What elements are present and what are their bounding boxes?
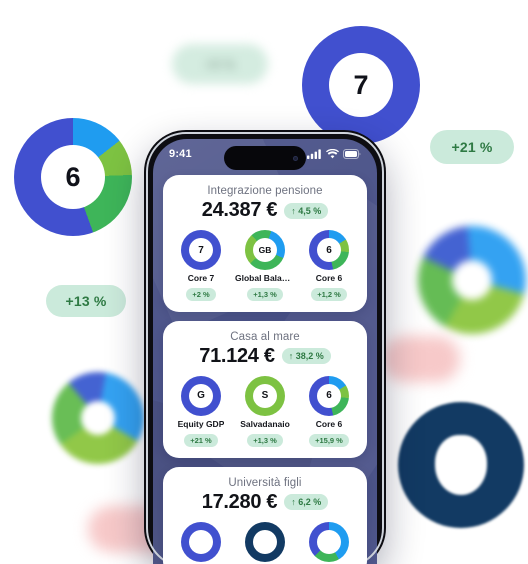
goal-card-amount-row: 71.124 € ↑ 38,2 % <box>171 345 359 368</box>
fund-donut-label <box>253 529 277 554</box>
fund-item[interactable]: GB Global Balanced USD +1,3 % <box>235 230 295 301</box>
battery-icon <box>343 149 361 159</box>
fund-name: Global Balanced USD <box>235 274 295 283</box>
floating-donut-chart-blurred-right <box>418 226 526 334</box>
floating-donut-chart-navy <box>398 402 524 528</box>
fund-name: Core 7 <box>187 274 215 283</box>
fund-donut-chart <box>245 521 285 562</box>
fund-donut-label <box>189 529 213 554</box>
decorative-peach-blob-right <box>382 336 460 382</box>
fund-delta-badge: +1,2 % <box>311 287 347 301</box>
phone-mockup: 9:41 Integrazione pensione 24.387 € ↑ 4,… <box>144 130 386 564</box>
goal-card[interactable]: Casa al mare 71.124 € ↑ 38,2 % G Equity GDP +… <box>163 320 367 458</box>
goal-card-title: Casa al mare <box>230 330 300 343</box>
floating-donut-chart-six: 6 <box>14 118 132 236</box>
goal-card-delta-badge: ↑ 4,5 % <box>284 202 329 219</box>
fund-donut-chart: G <box>181 375 221 416</box>
fund-delta-badge: +2 % <box>186 287 216 301</box>
fund-name: Core 6 <box>315 274 343 283</box>
fund-donut-label: 6 <box>317 238 341 262</box>
floating-badge-plus21: +21 % <box>430 130 514 164</box>
goals-card-list: Integrazione pensione 24.387 € ↑ 4,5 % 7 Cor… <box>153 169 377 564</box>
fund-donut-chart: 7 <box>181 230 221 270</box>
fund-donut-label: 7 <box>189 238 213 262</box>
goal-card-amount-row: 17.280 € ↑ 6,2 % <box>171 491 359 514</box>
status-bar-time: 9:41 <box>169 148 192 160</box>
fund-donut-label: S <box>253 383 277 408</box>
fund-donut-chart: 6 <box>309 230 349 270</box>
goal-card[interactable]: Università figli 17.280 € ↑ 6,2 % <box>163 466 367 564</box>
cellular-signal-icon <box>307 149 321 159</box>
floating-donut-chart-blurred-left <box>52 372 144 464</box>
fund-donut-label: GB <box>253 238 277 262</box>
goal-card-delta-badge: ↑ 38,2 % <box>281 348 331 365</box>
goal-card-amount: 71.124 € <box>199 344 275 367</box>
goal-card-delta-badge: ↑ 6,2 % <box>284 494 329 511</box>
donut-navy-hole <box>435 435 487 495</box>
phone-screen: 9:41 Integrazione pensione 24.387 € ↑ 4,… <box>153 139 377 564</box>
fund-list: G Equity GDP +21 % S Salvadanaio +1,3 % 6 Core … <box>171 375 359 447</box>
wifi-icon <box>326 149 339 159</box>
fund-donut-label: G <box>189 383 213 408</box>
fund-list <box>171 521 359 564</box>
fund-item[interactable]: 6 Core 6 +1,2 % <box>299 230 359 301</box>
goal-card-title: Integrazione pensione <box>207 185 323 197</box>
fund-name: Salvadanaio <box>240 419 290 429</box>
floating-donut-chart-seven: 7 <box>302 26 420 144</box>
floating-badge-plus13: +13 % <box>46 285 126 317</box>
goal-card-amount: 17.280 € <box>201 490 278 513</box>
fund-list: 7 Core 7 +2 % GB Global Balanced USD +1,3 % 6 C… <box>171 230 359 301</box>
fund-donut-chart: S <box>245 375 285 416</box>
fund-item[interactable]: S Salvadanaio +1,3 % <box>235 375 295 447</box>
fund-item[interactable] <box>235 521 295 564</box>
donut-seven-label: 7 <box>329 53 393 117</box>
fund-item[interactable] <box>171 521 231 564</box>
floating-badge-blurred: +9 % <box>172 44 268 84</box>
fund-delta-badge: +15,9 % <box>309 433 349 447</box>
donut-blurred-left-hole <box>81 401 115 435</box>
goal-card-amount-row: 24.387 € ↑ 4,5 % <box>171 199 359 222</box>
fund-name: Core 6 <box>315 419 343 429</box>
fund-name: Equity GDP <box>177 419 225 429</box>
front-camera-icon <box>293 155 298 161</box>
dynamic-island-notch <box>224 146 306 170</box>
fund-item[interactable] <box>299 521 359 564</box>
fund-donut-chart: 6 <box>309 375 349 416</box>
fund-donut-label <box>317 529 341 554</box>
fund-item[interactable]: G Equity GDP +21 % <box>171 375 231 447</box>
fund-donut-chart <box>309 521 349 562</box>
illustration-stage: 6 7 +21 % +13 % +9 % 9:41 Integrazione p… <box>0 0 528 564</box>
status-bar-icons <box>307 149 361 159</box>
fund-donut-chart <box>181 521 221 562</box>
goal-card-title: Università figli <box>228 476 302 489</box>
goal-card-amount: 24.387 € <box>201 199 278 221</box>
fund-donut-chart: GB <box>245 230 285 270</box>
goal-card[interactable]: Integrazione pensione 24.387 € ↑ 4,5 % 7 Cor… <box>163 175 367 312</box>
fund-delta-badge: +1,3 % <box>247 433 283 447</box>
fund-delta-badge: +21 % <box>184 433 218 447</box>
donut-six-label: 6 <box>41 145 105 209</box>
donut-blurred-right-hole <box>452 260 492 300</box>
fund-delta-badge: +1,3 % <box>247 287 283 301</box>
fund-donut-label: 6 <box>317 383 341 408</box>
fund-item[interactable]: 6 Core 6 +15,9 % <box>299 375 359 447</box>
fund-item[interactable]: 7 Core 7 +2 % <box>171 230 231 301</box>
